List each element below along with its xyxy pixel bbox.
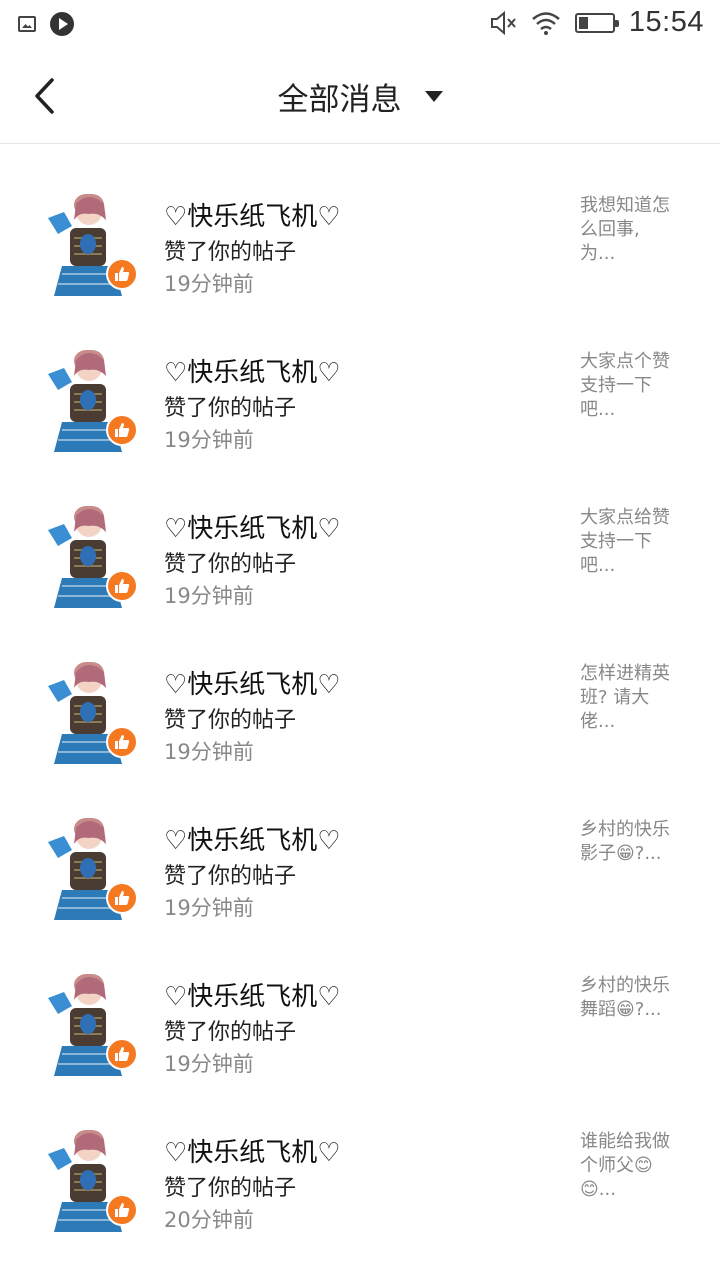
battery-icon xyxy=(574,12,619,33)
status-right-icons: 15:54 xyxy=(489,6,704,39)
notification-time: 19分钟前 xyxy=(164,1052,254,1076)
battery-level xyxy=(578,16,588,29)
notification-item[interactable]: ♡快乐纸飞机♡ 赞了你的帖子 19分钟前 怎样进精英 班? 请大 佬... xyxy=(0,638,720,794)
post-preview[interactable]: 怎样进精英 班? 请大 佬... xyxy=(580,662,690,734)
notification-item[interactable]: ♡快乐纸飞机♡ 赞了你的帖子 20分钟前 谁能给我做 个师父😊 😊... xyxy=(0,1106,720,1262)
thumbs-up-icon xyxy=(115,579,130,593)
notification-item[interactable]: ♡快乐纸飞机♡ 赞了你的帖子 19分钟前 xyxy=(0,144,720,170)
gallery-icon xyxy=(18,16,36,32)
notification-item[interactable]: ♡快乐纸飞机♡ 赞了你的帖子 19分钟前 乡村的快乐 舞蹈😁?... xyxy=(0,950,720,1106)
thumbs-up-icon xyxy=(115,423,130,437)
notification-time: 19分钟前 xyxy=(164,740,254,764)
app-header: 全部消息 xyxy=(0,48,720,144)
post-preview[interactable]: 乡村的快乐 舞蹈😁?... xyxy=(580,974,690,1022)
notification-action: 赞了你的帖子 xyxy=(164,240,297,265)
like-badge xyxy=(106,726,138,758)
notification-action: 赞了你的帖子 xyxy=(164,396,297,421)
status-left-icons xyxy=(18,12,74,36)
notification-time: 19分钟前 xyxy=(164,272,254,296)
like-badge xyxy=(106,258,138,290)
notification-action: 赞了你的帖子 xyxy=(164,1176,297,1201)
caret-down-icon xyxy=(424,91,443,102)
sender-nickname[interactable]: ♡快乐纸飞机♡ xyxy=(164,196,341,233)
notification-item[interactable]: ♡快乐纸飞机♡ 赞了你的帖子 19分钟前 大家点个赞 支持一下 吧... xyxy=(0,326,720,482)
notification-action: 赞了你的帖子 xyxy=(164,864,297,889)
notification-time: 19分钟前 xyxy=(164,896,254,920)
like-badge xyxy=(106,882,138,914)
notification-item[interactable]: ♡快乐纸飞机♡ 赞了你的帖子 19分钟前 大家点给赞 支持一下 吧... xyxy=(0,482,720,638)
sender-nickname[interactable]: ♡快乐纸飞机♡ xyxy=(164,664,341,701)
like-badge xyxy=(106,414,138,446)
sender-nickname[interactable]: ♡快乐纸飞机♡ xyxy=(164,352,341,389)
post-preview[interactable]: 大家点个赞 支持一下 吧... xyxy=(580,350,690,422)
post-preview[interactable]: 谁能给我做 个师父😊 😊... xyxy=(580,1130,690,1202)
sender-nickname[interactable]: ♡快乐纸飞机♡ xyxy=(164,1132,341,1169)
post-preview[interactable]: 大家点给赞 支持一下 吧... xyxy=(580,506,690,578)
notification-action: 赞了你的帖子 xyxy=(164,552,297,577)
thumbs-up-icon xyxy=(115,1203,130,1217)
post-preview[interactable]: 乡村的快乐 影子😁?... xyxy=(580,818,690,866)
like-badge xyxy=(106,570,138,602)
avatar[interactable] xyxy=(44,144,130,146)
notification-item[interactable]: ♡快乐纸飞机♡ 赞了你的帖子 19分钟前 乡村的快乐 影子😁?... xyxy=(0,794,720,950)
notification-time: 20分钟前 xyxy=(164,1208,254,1232)
sender-nickname[interactable]: ♡快乐纸飞机♡ xyxy=(164,820,341,857)
status-time: 15:54 xyxy=(628,6,704,38)
mute-icon xyxy=(490,10,516,35)
wifi-icon xyxy=(532,11,560,35)
notification-action: 赞了你的帖子 xyxy=(164,1020,297,1045)
like-badge xyxy=(106,1038,138,1070)
notification-item[interactable]: ♡快乐纸飞机♡ 赞了你的帖子 19分钟前 我想知道怎 么回事, 为... xyxy=(0,170,720,326)
like-badge xyxy=(106,1194,138,1226)
message-filter-dropdown[interactable]: 全部消息 xyxy=(0,74,720,119)
thumbs-up-icon xyxy=(115,891,130,905)
notification-time: 19分钟前 xyxy=(164,428,254,452)
sender-nickname[interactable]: ♡快乐纸飞机♡ xyxy=(164,508,341,545)
sender-nickname[interactable]: ♡快乐纸飞机♡ xyxy=(164,976,341,1013)
post-preview[interactable]: 我想知道怎 么回事, 为... xyxy=(580,194,690,266)
thumbs-up-icon xyxy=(115,735,130,749)
notification-action: 赞了你的帖子 xyxy=(164,708,297,733)
page-title: 全部消息 xyxy=(277,82,402,118)
notification-list-inner: ♡快乐纸飞机♡ 赞了你的帖子 19分钟前 ♡快乐纸飞机♡ 赞了你的帖子 19分钟… xyxy=(0,144,720,1262)
notification-list[interactable]: ♡快乐纸飞机♡ 赞了你的帖子 19分钟前 ♡快乐纸飞机♡ 赞了你的帖子 19分钟… xyxy=(0,144,720,1280)
thumbs-up-icon xyxy=(115,1047,130,1061)
play-icon xyxy=(50,12,74,36)
status-bar: 15:54 xyxy=(0,0,720,48)
thumbs-up-icon xyxy=(115,267,130,281)
notification-time: 19分钟前 xyxy=(164,584,254,608)
